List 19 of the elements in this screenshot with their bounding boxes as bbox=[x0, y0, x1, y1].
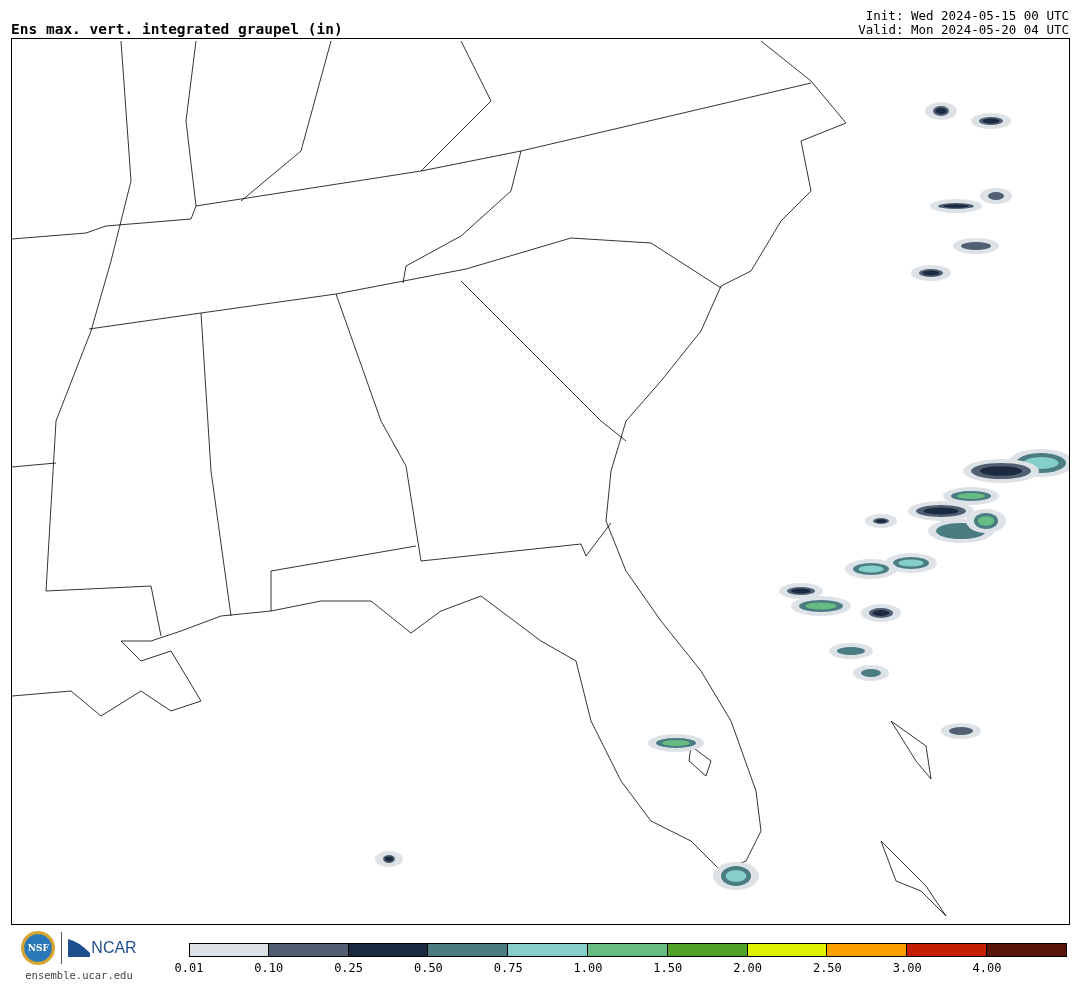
legend-label: 0.01 bbox=[174, 961, 204, 975]
chart-title: Ens max. vert. integrated graupel (in) bbox=[11, 21, 343, 37]
init-time: Init: Wed 2024-05-15 00 UTC bbox=[865, 9, 1069, 23]
nsf-logo[interactable]: NSF bbox=[21, 931, 56, 965]
legend-label: 1.50 bbox=[653, 961, 683, 975]
legend-label: 2.00 bbox=[733, 961, 763, 975]
legend-label: 0.50 bbox=[413, 961, 443, 975]
legend-label: 1.00 bbox=[573, 961, 603, 975]
valid-time: Valid: Mon 2024-05-20 04 UTC bbox=[858, 23, 1069, 37]
site-url: ensemble.ucar.edu bbox=[25, 969, 133, 981]
legend-label: 3.00 bbox=[892, 961, 922, 975]
legend-label: 0.25 bbox=[334, 961, 364, 975]
legend-label: 0.10 bbox=[254, 961, 284, 975]
legend-label: 4.00 bbox=[972, 961, 1002, 975]
legend-label: 2.50 bbox=[812, 961, 842, 975]
ncar-text: NCAR bbox=[91, 939, 137, 957]
swoosh-icon bbox=[68, 939, 91, 957]
legend-label: 0.75 bbox=[493, 961, 523, 975]
ncar-logo[interactable]: NCAR bbox=[68, 939, 137, 957]
